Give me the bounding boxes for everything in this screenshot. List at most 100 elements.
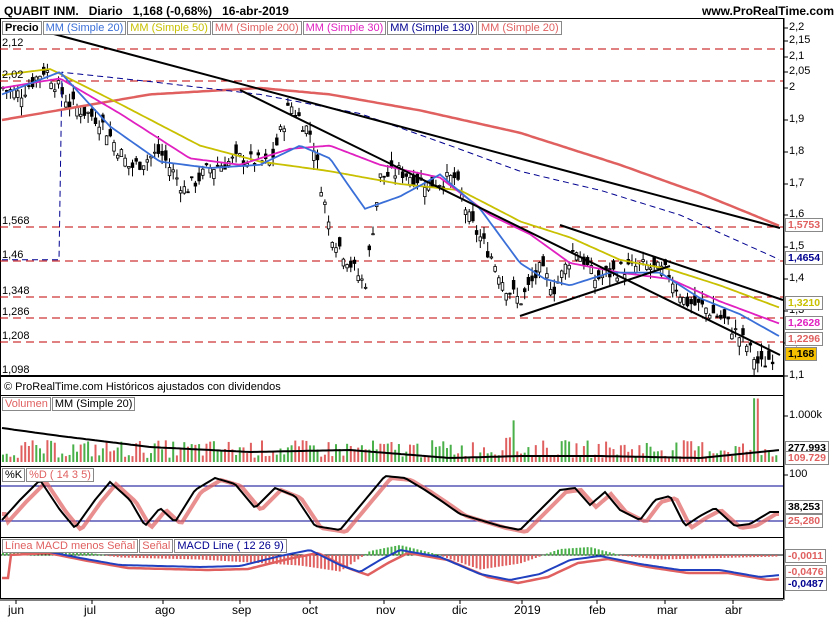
volume-bar [483, 447, 485, 462]
macd-hist-bar [486, 555, 489, 569]
macd-hist-bar [582, 547, 585, 556]
legend-entry[interactable]: MM (Simple 130) [387, 21, 478, 35]
macd-hist-bar [246, 555, 249, 563]
macd-hist-bar [501, 555, 504, 567]
candle-body [256, 152, 260, 156]
candle-body [116, 154, 120, 159]
candle-body [485, 251, 490, 258]
legend-entry[interactable]: MM (Simple 20) [42, 21, 127, 35]
legend-entry[interactable]: MM (Simple 50) [127, 21, 211, 35]
candle-body [275, 137, 279, 146]
candle-body [493, 266, 497, 272]
candle-body [497, 277, 501, 285]
legend-entry[interactable]: %D ( 14 3 5) [26, 468, 94, 482]
legend-entry[interactable]: MM (Simple 200) [211, 21, 302, 35]
level-label: 1,098 [2, 364, 30, 376]
volume-bar [168, 457, 171, 462]
candle-body [722, 309, 727, 319]
volume-bar [431, 440, 434, 462]
legend-entry[interactable]: MM (Simple 30) [302, 21, 387, 35]
macd-hist-bar [723, 555, 726, 558]
macd-hist-bar [494, 555, 497, 568]
volume-bar [124, 456, 127, 462]
legend-entry[interactable]: MM (Simple 20) [478, 21, 562, 35]
legend-entry[interactable]: Línea MACD menos Señal [2, 539, 139, 553]
volume-bar [113, 450, 115, 462]
volume-bar [660, 450, 663, 462]
volume-bar [72, 444, 75, 462]
macd-hist-bar [668, 555, 670, 560]
macd-hist-bar [249, 555, 252, 563]
candle-body [500, 282, 505, 291]
macd-hist-bar [479, 555, 482, 570]
macd-hist-bar [460, 555, 463, 564]
macd-hist-bar [161, 555, 164, 559]
macd-hist-bar [471, 555, 474, 568]
month-label: jun [8, 603, 25, 617]
macd-hist-bar [534, 555, 537, 558]
copyright-text: © ProRealTime.com Históricos ajustados c… [4, 381, 281, 393]
month-label: sep [232, 603, 252, 617]
month-label: abr [725, 603, 743, 617]
candle-body [552, 286, 556, 295]
macd-hist-bar [5, 552, 8, 556]
macd-hist-bar [545, 553, 548, 556]
candle-body [34, 76, 38, 81]
volume-bar [342, 455, 345, 462]
legend-entry[interactable]: Volumen [2, 397, 51, 411]
site-label[interactable]: www.ProRealTime.com [702, 4, 834, 18]
volume-bar [697, 446, 700, 462]
macd-hist-bar [483, 555, 485, 569]
macd-hist-bar [360, 555, 363, 557]
macd-hist-bar [675, 555, 678, 560]
macd-hist-bar [438, 554, 441, 556]
candle-body [249, 151, 253, 155]
candle-body [715, 315, 719, 318]
volume-bar [623, 444, 626, 462]
candle-body [611, 260, 616, 270]
candle-body [189, 176, 194, 179]
volume-bar [412, 445, 415, 462]
macd-hist-bar [90, 553, 93, 556]
legend-entry[interactable]: Precio [2, 21, 42, 35]
month-label: nov [376, 603, 396, 617]
level-label: 1,568 [2, 215, 30, 227]
candle-body [504, 293, 508, 301]
candle-body [682, 297, 686, 305]
legend-entry[interactable]: MM (Simple 20) [51, 397, 136, 411]
volume-bar [57, 457, 60, 462]
level-label: 1,208 [2, 330, 30, 342]
macd-hist-bar [586, 547, 589, 556]
volume-bar [675, 442, 678, 462]
macd-hist-bar [386, 547, 389, 556]
volume-bar [87, 441, 90, 462]
volume-bar [79, 444, 82, 462]
candle-body [526, 277, 531, 285]
trend-line [49, 32, 781, 229]
stoch-badge: 25,280 [785, 514, 824, 528]
candle-body [719, 314, 723, 319]
legend-entry[interactable]: %K [2, 468, 26, 482]
price-panel-frame [0, 18, 784, 396]
macd-hist-bar [497, 555, 500, 567]
candle-body [49, 82, 53, 89]
candle-body [386, 171, 390, 177]
macd-hist-bar [150, 555, 152, 559]
macd-hist-bar [508, 555, 511, 566]
price-tick-label: 2,15 [789, 34, 811, 46]
candle-body [467, 211, 471, 222]
volume-bar [220, 451, 223, 462]
macd-hist-bar [349, 555, 352, 565]
macd-hist-bar [198, 555, 201, 560]
legend-entry[interactable]: MACD Line ( 12 26 9) [174, 539, 287, 553]
volume-bar [175, 455, 178, 462]
legend-entry[interactable]: Señal [139, 539, 174, 553]
macd-hist-bar [638, 555, 641, 558]
candle-body [104, 135, 109, 146]
volume-bar [312, 445, 315, 462]
volume-bar [76, 451, 78, 462]
level-label: 1,348 [2, 285, 30, 297]
macd-hist-bar [594, 548, 596, 556]
candle-body [693, 295, 697, 306]
candle-body [167, 167, 172, 177]
